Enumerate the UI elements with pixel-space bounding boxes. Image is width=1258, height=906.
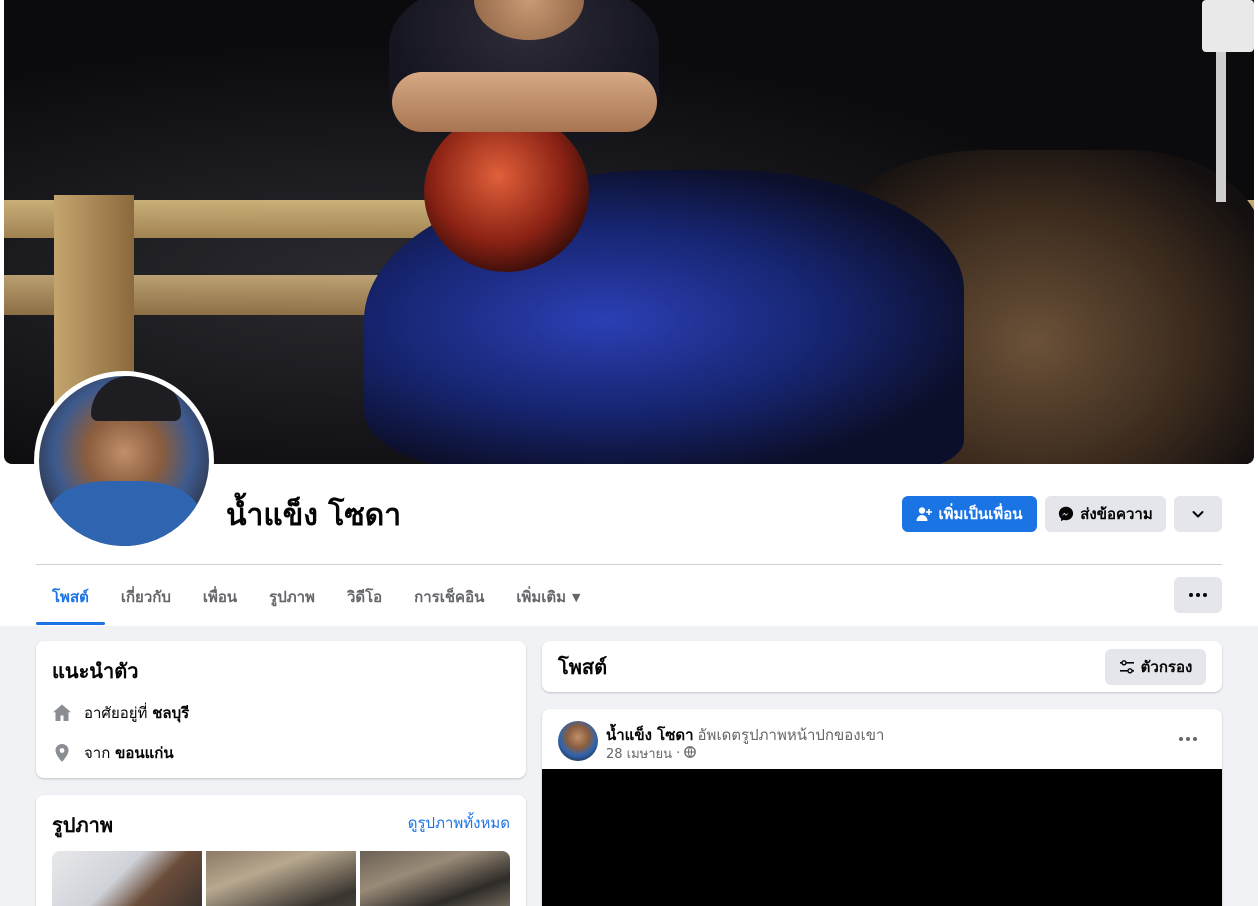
ellipsis-icon xyxy=(1179,737,1197,741)
see-all-photos-link[interactable]: ดูรูปภาพทั้งหมด xyxy=(408,811,510,835)
photo-grid xyxy=(52,851,510,906)
location-pin-icon xyxy=(52,743,72,763)
filter-label: ตัวกรอง xyxy=(1140,658,1193,676)
message-button[interactable]: ส่งข้อความ xyxy=(1045,496,1166,532)
cover-photo[interactable] xyxy=(4,0,1254,464)
post-meta: 28 เมษายน · xyxy=(606,743,697,764)
intro-title: แนะนำตัว xyxy=(52,659,139,683)
post-options-button[interactable] xyxy=(1172,727,1204,751)
post-date[interactable]: 28 เมษายน xyxy=(606,743,672,764)
tab-more[interactable]: เพิ่มเติม ▼ xyxy=(500,570,596,624)
post-author-avatar[interactable] xyxy=(558,721,598,761)
more-options-button[interactable] xyxy=(1174,496,1222,532)
intro-card: แนะนำตัว อาศัยอยู่ที่ ชลบุรี จาก ขอนแก่น xyxy=(36,641,526,778)
tab-posts[interactable]: โพสต์ xyxy=(36,570,105,625)
tab-checkins[interactable]: การเช็คอิน xyxy=(398,570,500,624)
lives-in-row: อาศัยอยู่ที่ ชลบุรี xyxy=(52,701,510,725)
header-divider xyxy=(36,564,1222,565)
from-row: จาก ขอนแก่น xyxy=(52,741,510,765)
filter-sliders-icon xyxy=(1119,659,1135,675)
add-friend-button[interactable]: เพิ่มเป็นเพื่อน xyxy=(902,496,1037,532)
post-author-name[interactable]: น้ำแข็ง โซดา xyxy=(606,726,694,744)
tab-photos[interactable]: รูปภาพ xyxy=(253,570,331,624)
post-card: น้ำแข็ง โซดา อัพเดตรูปภาพหน้าปกของเขา 28 … xyxy=(542,709,1222,906)
photo-thumbnail[interactable] xyxy=(360,851,510,906)
add-friend-icon xyxy=(916,506,933,522)
profile-tabs: โพสต์ เกี่ยวกับ เพื่อน รูปภาพ วิดีโอ การ… xyxy=(36,570,596,626)
filter-button[interactable]: ตัวกรอง xyxy=(1105,648,1206,685)
message-label: ส่งข้อความ xyxy=(1080,506,1153,523)
tab-friends[interactable]: เพื่อน xyxy=(187,570,253,624)
photos-card: รูปภาพ ดูรูปภาพทั้งหมด xyxy=(36,795,526,906)
home-icon xyxy=(52,703,72,723)
photo-thumbnail[interactable] xyxy=(206,851,356,906)
messenger-icon xyxy=(1058,506,1074,522)
profile-picture[interactable] xyxy=(39,376,209,546)
chevron-down-icon xyxy=(1190,506,1206,522)
globe-icon xyxy=(684,745,697,762)
posts-title: โพสต์ xyxy=(558,654,608,679)
from-value[interactable]: ขอนแก่น xyxy=(115,744,174,762)
photo-thumbnail[interactable] xyxy=(52,851,202,906)
profile-menu-button[interactable] xyxy=(1174,577,1222,613)
posts-header-card: โพสต์ ตัวกรอง xyxy=(542,641,1222,692)
profile-header: น้ำแข็ง โซดา เพิ่มเป็นเพื่อน ส่งข้อความ … xyxy=(0,0,1258,626)
add-friend-label: เพิ่มเป็นเพื่อน xyxy=(938,506,1023,523)
profile-name: น้ำแข็ง โซดา xyxy=(226,498,402,533)
post-action-text: อัพเดตรูปภาพหน้าปกของเขา xyxy=(697,726,885,744)
caret-down-icon: ▼ xyxy=(572,590,581,604)
tab-videos[interactable]: วิดีโอ xyxy=(331,570,398,624)
tab-about[interactable]: เกี่ยวกับ xyxy=(105,570,187,624)
ellipsis-icon xyxy=(1189,593,1207,597)
post-image[interactable] xyxy=(542,769,1222,906)
post-meta-separator: · xyxy=(676,746,681,761)
lives-in-value[interactable]: ชลบุรี xyxy=(152,704,189,722)
